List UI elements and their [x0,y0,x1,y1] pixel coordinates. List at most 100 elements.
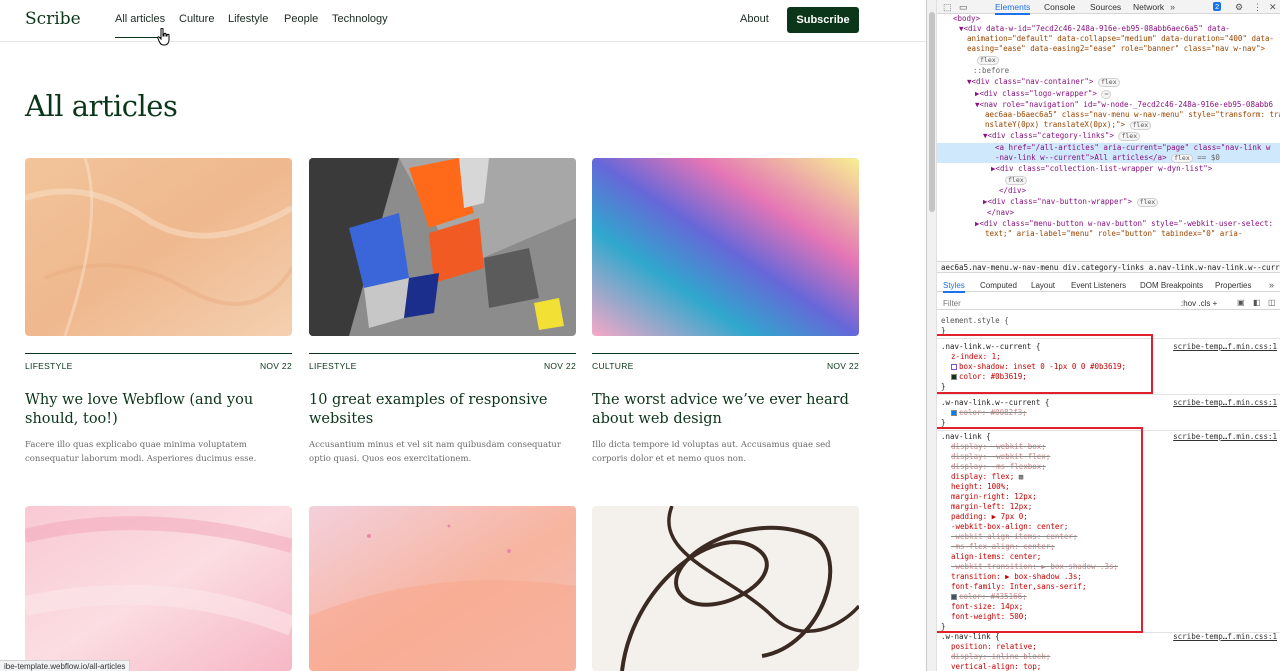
article-category[interactable]: CULTURE [592,361,634,371]
devtools-panel: ⬚ ▭ Elements Console Sources Network » 2… [926,0,1280,671]
more-tabs-icon[interactable]: » [1269,280,1274,290]
dom-line[interactable]: ▼<div class="nav-container"> flex [967,77,1280,87]
dom-line[interactable]: </div> [999,186,1280,196]
issues-badge[interactable]: 2 [1213,2,1222,11]
device-toolbar-icon[interactable]: ▭ [959,2,968,13]
scrollbar-thumb[interactable] [929,12,935,212]
article-image-peach-marble[interactable] [25,158,292,336]
page-title: All articles [25,89,178,123]
article-category[interactable]: LIFESTYLE [25,361,73,371]
website-page: Scribe All articles Culture Lifestyle Pe… [0,0,926,671]
article-meta: LIFESTYLE NOV 22 [25,353,292,371]
article-card[interactable]: LIFESTYLE NOV 22 Why we love Webflow (an… [25,158,292,466]
dom-line[interactable]: ▼<nav role="navigation" id="w-node-_7ecd… [975,100,1280,110]
dom-line: text;" aria-label="menu" role="button" t… [985,229,1243,238]
article-image-peach-pink[interactable] [309,506,576,671]
dom-line-selected[interactable]: <a href="/all-articles" aria-current="pa… [937,143,1280,153]
dom-line[interactable]: ▶<div class="logo-wrapper"> ⋯ [975,89,1280,99]
rule-source-link[interactable]: scribe-temp…f.min.css:1 [1173,632,1277,642]
rule-selector[interactable]: .w-nav-link.w--current {scribe-temp…f.mi… [941,398,1279,408]
nav-link-culture[interactable]: Culture [179,13,214,25]
dom-line[interactable]: <body> [953,14,1280,24]
article-excerpt: Accusantium minus et vel sit nam quibusd… [309,440,561,464]
tab-sources[interactable]: Sources [1090,2,1121,12]
tab-properties[interactable]: Properties [1215,281,1251,290]
rule-property[interactable]: position: relative; [951,642,1280,652]
article-card[interactable]: CULTURE NOV 22 The worst advice we’ve ev… [592,158,859,466]
dom-line: flex [1005,175,1280,185]
dom-line[interactable]: ▶<div class="menu-button w-nav-button" s… [975,219,1280,229]
kebab-menu-icon[interactable]: ⋮ [1253,2,1262,13]
devtools-tab-bar: ⬚ ▭ Elements Console Sources Network » 2… [937,0,1280,15]
highlight-box [937,427,1143,633]
article-title[interactable]: Why we love Webflow (and you should, too… [25,391,292,429]
article-date: NOV 22 [259,361,292,371]
toggle-sidebar-icon[interactable]: ◧ [1253,298,1261,307]
rule-property-overridden[interactable]: display: inline-block; [951,652,1280,662]
article-card[interactable]: LIFESTYLE NOV 22 10 great examples of re… [309,158,576,466]
dom-line[interactable]: ▼<div data-w-id="7ecd2c46-248a-916e-eb95… [959,24,1280,34]
rule-source-link[interactable]: scribe-temp…f.min.css:1 [1173,398,1277,408]
nav-link-about[interactable]: About [740,13,769,25]
tab-dom-breakpoints[interactable]: DOM Breakpoints [1140,281,1203,290]
rule-property-overridden[interactable]: color: #0082f3; [951,408,1280,418]
nav-link-technology[interactable]: Technology [332,13,388,25]
rule-selector[interactable]: .w-nav-link {scribe-temp…f.min.css:1 [941,632,1279,642]
rule-element-style[interactable]: element.style { [941,316,1279,326]
dom-line: aec6aa-b6aec6a5" class="nav-menu w-nav-m… [985,110,1280,119]
filter-input[interactable]: Filter [943,299,961,308]
article-date: NOV 22 [826,361,859,371]
article-image-gradient[interactable] [592,158,859,336]
styles-tab-bar: Styles Computed Layout Event Listeners D… [937,279,1280,293]
filter-tools[interactable]: :hov .cls + [1181,299,1217,308]
dom-line[interactable]: ::before [973,66,1280,76]
status-bar-url: ibe-template.webflow.io/all-articles [0,660,131,671]
article-image-abstract-paint[interactable] [309,158,576,336]
site-nav: Scribe All articles Culture Lifestyle Pe… [0,0,926,46]
rule-source-link[interactable]: scribe-temp…f.min.css:1 [1173,342,1277,352]
color-swatch[interactable] [951,410,957,416]
rule-source-link[interactable]: scribe-temp…f.min.css:1 [1173,432,1277,442]
nav-link-people[interactable]: People [284,13,318,25]
css-rules-list[interactable]: element.style { } .nav-link.w--current {… [937,312,1280,671]
tab-network[interactable]: Network [1133,2,1164,12]
dom-tree[interactable]: <body> ▼<div data-w-id="7ecd2c46-248a-91… [937,14,1280,260]
styles-filter-bar: Filter :hov .cls + ▣ ◧ ◫ [937,296,1280,310]
dom-line[interactable]: </nav> [987,208,1280,218]
inspect-element-icon[interactable]: ⬚ [943,2,952,13]
highlight-box [937,334,1153,394]
gear-icon[interactable]: ⚙ [1235,2,1243,13]
tab-computed[interactable]: Computed [980,281,1017,290]
dom-line: easing="ease" data-easing2="ease" role="… [967,44,1266,53]
computed-panel-icon[interactable]: ◫ [1268,298,1276,307]
close-icon[interactable]: ✕ [1269,2,1277,13]
article-image-pink-wash[interactable] [25,506,292,671]
tab-layout[interactable]: Layout [1031,281,1055,290]
article-title[interactable]: The worst advice we’ve ever heard about … [592,391,859,429]
rule-property[interactable]: vertical-align: top; [951,662,1280,671]
dom-line[interactable]: ▼<div class="category-links"> flex [983,131,1280,141]
article-category[interactable]: LIFESTYLE [309,361,357,371]
article-date: NOV 22 [543,361,576,371]
dom-breadcrumbs[interactable]: aec6a5.nav-menu.w-nav-menu div.category-… [937,261,1280,273]
tab-styles[interactable]: Styles [943,281,965,293]
dom-line[interactable]: ▶<div class="collection-list-wrapper w-d… [991,164,1280,174]
page-scrollbar[interactable] [927,0,937,671]
article-excerpt: Facere illo quas explicabo quae minima v… [25,440,257,464]
rule-separator [937,394,1280,395]
tab-event-listeners[interactable]: Event Listeners [1071,281,1126,290]
dom-line: animation="default" data-collapse="mediu… [967,34,1275,43]
new-rule-icon[interactable]: ▣ [1237,298,1245,307]
nav-link-lifestyle[interactable]: Lifestyle [228,13,268,25]
site-logo[interactable]: Scribe [25,9,81,29]
article-excerpt: Illo dicta tempore id voluptas aut. Accu… [592,440,831,464]
dom-line-selected[interactable]: -nav-link w--current">All articles</a> f… [937,153,1280,163]
subscribe-button[interactable]: Subscribe [787,7,859,33]
more-tabs-icon[interactable]: » [1170,2,1175,12]
article-image-line-drawing[interactable] [592,506,859,671]
dom-line: nslateY(0px) translateX(0px);"> flex [985,120,1280,130]
tab-console[interactable]: Console [1044,2,1075,12]
dom-line: flex [977,55,1280,65]
article-title[interactable]: 10 great examples of responsive websites [309,391,576,429]
dom-line[interactable]: ▶<div class="nav-button-wrapper"> flex [983,197,1280,207]
